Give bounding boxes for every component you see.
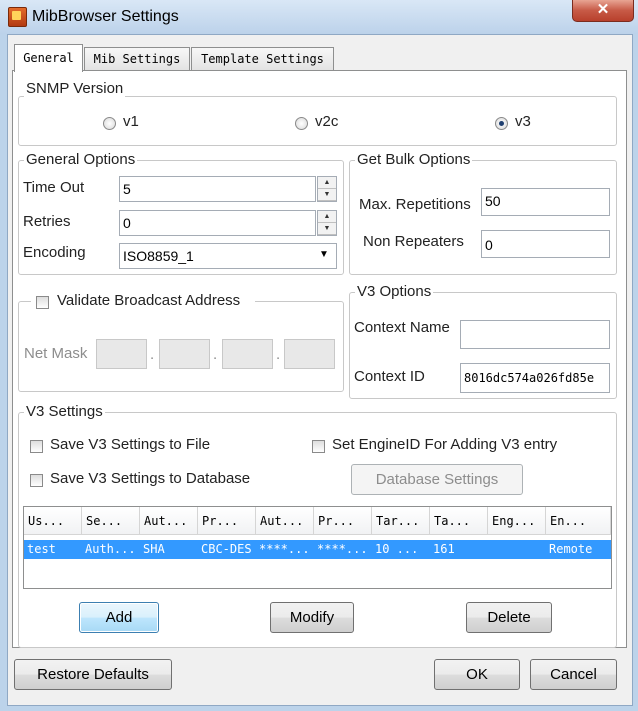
retries-spinner[interactable]: ▲ ▼ bbox=[317, 210, 337, 236]
table-cell[interactable]: test bbox=[24, 540, 82, 559]
tab-general[interactable]: General bbox=[14, 44, 83, 72]
radio-v1[interactable] bbox=[103, 117, 116, 130]
validate-broadcast-checkbox[interactable] bbox=[36, 296, 49, 309]
tab-mib-settings[interactable]: Mib Settings bbox=[84, 47, 190, 70]
snmp-version-legend: SNMP Version bbox=[24, 80, 126, 97]
app-icon bbox=[8, 7, 27, 27]
save-v3-db-checkbox[interactable] bbox=[30, 474, 43, 487]
column-header[interactable]: Se... bbox=[82, 507, 140, 535]
close-button[interactable]: ✕ bbox=[572, 0, 634, 22]
general-options-legend: General Options bbox=[24, 151, 138, 168]
column-header[interactable]: Pr... bbox=[314, 507, 372, 535]
restore-defaults-button[interactable]: Restore Defaults bbox=[14, 659, 172, 690]
context-id-label: Context ID bbox=[354, 368, 425, 385]
encoding-label: Encoding bbox=[23, 244, 86, 261]
table-cell[interactable]: 10 ... bbox=[372, 540, 430, 559]
column-header[interactable]: Pr... bbox=[198, 507, 256, 535]
column-header[interactable]: En... bbox=[546, 507, 611, 535]
add-button[interactable]: Add bbox=[79, 602, 159, 633]
chevron-down-icon[interactable]: ▼ bbox=[319, 249, 329, 260]
encoding-value: ISO8859_1 bbox=[123, 248, 194, 264]
netmask-dot: . bbox=[213, 346, 218, 363]
radio-v1-label[interactable]: v1 bbox=[123, 113, 139, 130]
spin-up-icon[interactable]: ▲ bbox=[318, 177, 336, 189]
non-repeaters-label: Non Repeaters bbox=[363, 233, 464, 250]
v3-users-table: Us... Se... Aut... Pr... Aut... Pr... Ta… bbox=[23, 506, 612, 589]
table-cell[interactable]: CBC-DES bbox=[198, 540, 256, 559]
table-cell[interactable] bbox=[488, 540, 546, 559]
set-engine-id-label[interactable]: Set EngineID For Adding V3 entry bbox=[332, 436, 557, 453]
table-cell[interactable]: ****... bbox=[256, 540, 314, 559]
netmask-dot: . bbox=[150, 346, 155, 363]
validate-broadcast-label[interactable]: Validate Broadcast Address bbox=[57, 292, 240, 309]
max-repetitions-label: Max. Repetitions bbox=[359, 196, 471, 213]
save-v3-file-checkbox[interactable] bbox=[30, 440, 43, 453]
radio-v3-label[interactable]: v3 bbox=[515, 113, 531, 130]
v3-options-legend: V3 Options bbox=[355, 283, 434, 300]
max-repetitions-field[interactable]: 50 bbox=[481, 188, 610, 216]
netmask-octet-2 bbox=[159, 339, 210, 369]
column-header[interactable]: Tar... bbox=[372, 507, 430, 535]
v3-settings-legend: V3 Settings bbox=[24, 403, 105, 420]
get-bulk-options-legend: Get Bulk Options bbox=[355, 151, 473, 168]
non-repeaters-field[interactable]: 0 bbox=[481, 230, 610, 258]
timeout-spinner[interactable]: ▲ ▼ bbox=[317, 176, 337, 202]
netmask-octet-4 bbox=[284, 339, 335, 369]
table-cell[interactable]: ****... bbox=[314, 540, 372, 559]
modify-button[interactable]: Modify bbox=[270, 602, 354, 633]
netmask-label: Net Mask bbox=[24, 345, 88, 362]
ok-button[interactable]: OK bbox=[434, 659, 520, 690]
radio-v2c[interactable] bbox=[295, 117, 308, 130]
table-cell[interactable]: 161 bbox=[430, 540, 488, 559]
netmask-dot: . bbox=[276, 346, 281, 363]
cancel-button[interactable]: Cancel bbox=[530, 659, 617, 690]
netmask-octet-1 bbox=[96, 339, 147, 369]
timeout-field[interactable]: 5 bbox=[119, 176, 316, 202]
spin-down-icon[interactable]: ▼ bbox=[318, 223, 336, 235]
column-header[interactable]: Aut... bbox=[256, 507, 314, 535]
column-header[interactable]: Us... bbox=[24, 507, 82, 535]
column-header[interactable]: Ta... bbox=[430, 507, 488, 535]
context-name-field[interactable] bbox=[460, 320, 610, 349]
radio-v2c-label[interactable]: v2c bbox=[315, 113, 338, 130]
delete-button[interactable]: Delete bbox=[466, 602, 552, 633]
radio-v3[interactable] bbox=[495, 117, 508, 130]
retries-field[interactable]: 0 bbox=[119, 210, 316, 236]
column-header[interactable]: Eng... bbox=[488, 507, 546, 535]
set-engine-id-checkbox[interactable] bbox=[312, 440, 325, 453]
netmask-octet-3 bbox=[222, 339, 273, 369]
table-cell[interactable]: SHA bbox=[140, 540, 198, 559]
table-cell[interactable]: Auth... bbox=[82, 540, 140, 559]
save-v3-db-label[interactable]: Save V3 Settings to Database bbox=[50, 470, 250, 487]
window-title: MibBrowser Settings bbox=[32, 8, 179, 25]
tab-template-settings[interactable]: Template Settings bbox=[191, 47, 334, 70]
save-v3-file-label[interactable]: Save V3 Settings to File bbox=[50, 436, 210, 453]
context-id-field[interactable]: 8016dc574a026fd85e bbox=[460, 363, 610, 393]
context-name-label: Context Name bbox=[354, 319, 450, 336]
column-header[interactable]: Aut... bbox=[140, 507, 198, 535]
database-settings-button[interactable]: Database Settings bbox=[351, 464, 523, 495]
encoding-select[interactable]: ISO8859_1 bbox=[119, 243, 337, 269]
timeout-label: Time Out bbox=[23, 179, 85, 196]
table-cell[interactable]: Remote bbox=[546, 540, 611, 559]
spin-up-icon[interactable]: ▲ bbox=[318, 211, 336, 223]
spin-down-icon[interactable]: ▼ bbox=[318, 189, 336, 201]
retries-label: Retries bbox=[23, 213, 71, 230]
